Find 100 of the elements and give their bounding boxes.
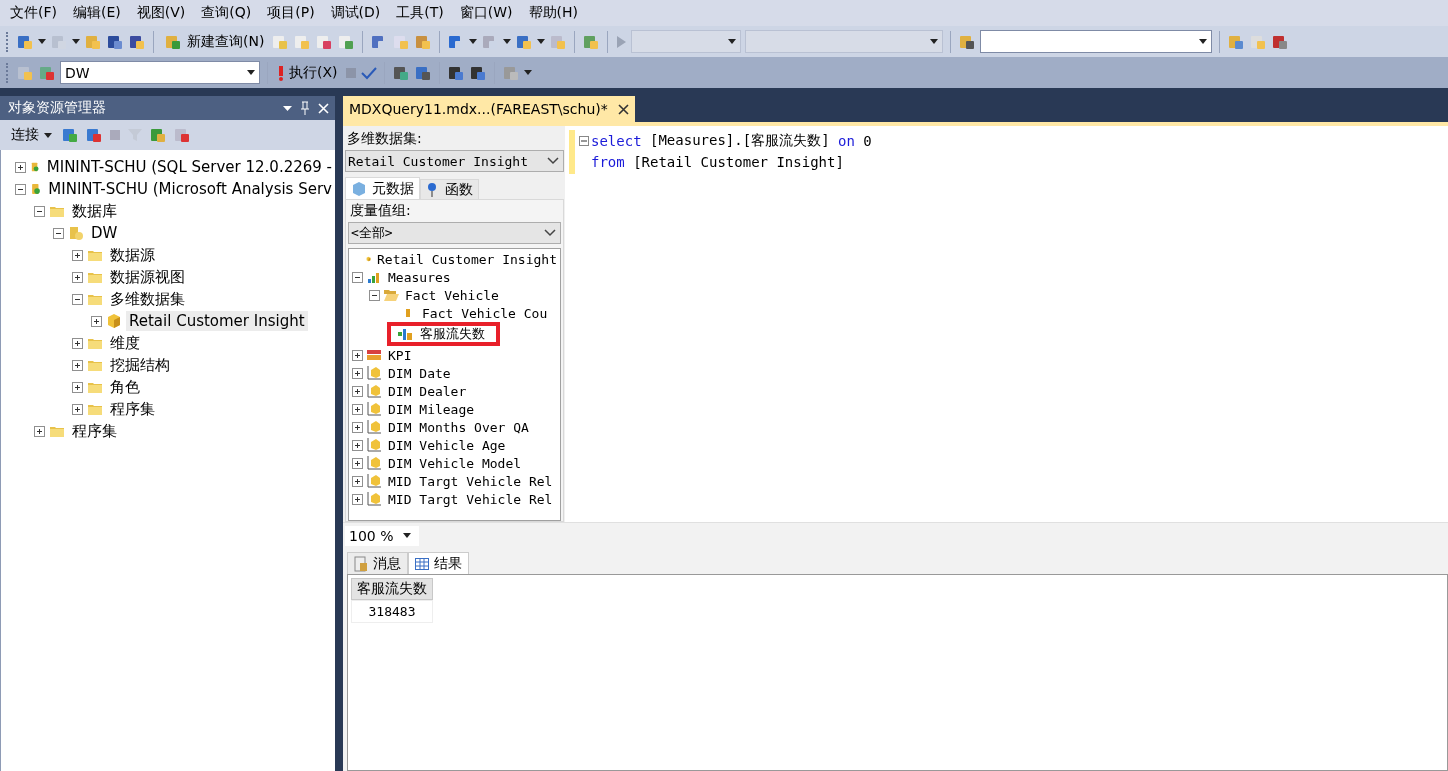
- tree-item[interactable]: Measures: [385, 268, 454, 286]
- caret-icon: [728, 39, 737, 44]
- tree-item[interactable]: Retail Customer Insight: [126, 311, 308, 331]
- menu-item[interactable]: 视图(V): [128, 4, 194, 22]
- measure-group-combo[interactable]: <全部>: [348, 222, 561, 244]
- menu-item[interactable]: 帮助(H): [520, 4, 587, 22]
- tab[interactable]: 函数: [420, 179, 479, 199]
- search-combo[interactable]: [980, 30, 1213, 53]
- new-query-button[interactable]: 新建查询(N): [161, 30, 268, 53]
- tree-item[interactable]: DIM Mileage: [385, 400, 478, 418]
- tree-item[interactable]: DIM Date: [385, 364, 454, 382]
- field-label: 多维数据集:: [346, 129, 423, 148]
- tab[interactable]: 元数据: [345, 177, 420, 199]
- database-combo[interactable]: DW: [60, 61, 260, 84]
- expand-icon[interactable]: [72, 249, 83, 261]
- caret-icon: [247, 70, 255, 75]
- tree-item[interactable]: 挖掘结构: [107, 354, 173, 376]
- tree-item[interactable]: 程序集: [107, 398, 158, 420]
- tree-item[interactable]: Fact Vehicle Cou: [419, 304, 551, 322]
- dimension-icon: [366, 473, 382, 489]
- caret-icon: [72, 39, 80, 44]
- dimension-icon: [366, 455, 382, 471]
- collapse-icon[interactable]: [369, 289, 380, 301]
- menu-item[interactable]: 文件(F): [2, 4, 65, 22]
- expand-icon[interactable]: [72, 359, 83, 371]
- dimension-icon: [366, 491, 382, 507]
- tree-item[interactable]: Fact Vehicle: [402, 286, 502, 304]
- tree-item[interactable]: MID Targt Vehicle Rel: [385, 490, 556, 508]
- tree-item[interactable]: DIM Vehicle Age: [385, 436, 509, 454]
- tree-item[interactable]: MID Targt Vehicle Rel: [385, 472, 556, 490]
- kpi-icon: [366, 347, 382, 363]
- tree-item[interactable]: 维度: [107, 332, 143, 354]
- menu-item[interactable]: 工具(T): [388, 4, 452, 22]
- expand-icon[interactable]: [15, 161, 26, 173]
- collapse-icon[interactable]: [34, 205, 45, 217]
- check-icon[interactable]: [360, 65, 377, 80]
- expand-icon[interactable]: [352, 475, 363, 487]
- tree-item[interactable]: 数据库: [69, 200, 120, 222]
- expand-icon[interactable]: [352, 439, 363, 451]
- collapse-icon[interactable]: [72, 293, 83, 305]
- expand-icon[interactable]: [352, 421, 363, 433]
- zoom-combo[interactable]: 100 %: [345, 525, 419, 546]
- tab[interactable]: 消息: [347, 552, 408, 574]
- dropdown-icon[interactable]: [283, 105, 292, 111]
- caret-icon: [537, 39, 546, 44]
- tree-item[interactable]: DIM Months Over QA: [385, 418, 532, 436]
- document-tab[interactable]: MDXQuery11.mdx...(FAREAST\schu)*: [343, 96, 635, 122]
- tree-item[interactable]: 角色: [107, 376, 143, 398]
- expand-icon[interactable]: [72, 403, 83, 415]
- menu-item[interactable]: 窗口(W): [451, 4, 521, 22]
- tree-item[interactable]: MININT-SCHU (SQL Server 12.0.2269 -: [43, 157, 335, 177]
- tab[interactable]: 结果: [408, 552, 469, 574]
- dimension-icon: [366, 401, 382, 417]
- caret-icon: [503, 39, 512, 44]
- caret-icon: [44, 132, 52, 138]
- tree-item[interactable]: 多维数据集: [107, 288, 188, 310]
- measure-icon: [406, 309, 410, 317]
- code-line: from [Retail Customer Insight]: [590, 152, 845, 172]
- tab-title: MDXQuery11.mdx...(FAREAST\schu)*: [349, 101, 608, 117]
- document-icon: [354, 555, 368, 572]
- execute-button[interactable]: 执行(X): [275, 61, 341, 84]
- code-line: select [Measures].[客服流失数] on 0: [579, 130, 872, 151]
- expand-icon[interactable]: [91, 315, 102, 327]
- tree-item[interactable]: 数据源视图: [107, 266, 188, 288]
- expand-icon[interactable]: [352, 385, 363, 397]
- pin-icon[interactable]: [300, 101, 310, 115]
- tree-item[interactable]: DIM Vehicle Model: [385, 454, 525, 472]
- expand-icon[interactable]: [72, 271, 83, 283]
- menu-item[interactable]: 调试(D): [322, 4, 389, 22]
- expand-icon[interactable]: [352, 367, 363, 379]
- expand-icon[interactable]: [72, 337, 83, 349]
- tree-item[interactable]: Retail Customer Insight: [374, 250, 560, 268]
- tree-item[interactable]: 数据源: [107, 244, 158, 266]
- caret-icon: [403, 533, 412, 538]
- tree-item[interactable]: MININT-SCHU (Microsoft Analysis Serv: [45, 179, 335, 199]
- field-label: 度量值组:: [349, 201, 412, 220]
- expand-icon[interactable]: [34, 425, 45, 437]
- collapse-icon[interactable]: [352, 271, 363, 283]
- collapse-icon[interactable]: [53, 227, 64, 239]
- expand-icon[interactable]: [352, 403, 363, 415]
- expand-icon[interactable]: [352, 349, 363, 361]
- table-cell: 318483: [351, 600, 433, 623]
- menu-item[interactable]: 查询(Q): [193, 4, 260, 22]
- menu-item[interactable]: 项目(P): [259, 4, 323, 22]
- cube-combo[interactable]: Retail Customer Insight: [345, 150, 564, 172]
- calculator-chart-icon: [397, 326, 413, 342]
- tree-item[interactable]: KPI: [385, 346, 415, 364]
- expand-icon[interactable]: [72, 381, 83, 393]
- close-icon[interactable]: [617, 103, 629, 115]
- menu-item[interactable]: 编辑(E): [65, 4, 129, 22]
- expand-icon[interactable]: [352, 493, 363, 505]
- database-icon: [68, 225, 84, 241]
- expand-icon[interactable]: [352, 457, 363, 469]
- tree-item[interactable]: DW: [88, 223, 121, 243]
- tree-item[interactable]: 程序集: [69, 420, 120, 442]
- tree-item[interactable]: 客服流失数: [417, 324, 488, 344]
- connect-button[interactable]: 连接: [8, 124, 55, 146]
- dimension-icon: [366, 419, 382, 435]
- tree-item[interactable]: DIM Dealer: [385, 382, 470, 400]
- collapse-icon[interactable]: [15, 183, 26, 195]
